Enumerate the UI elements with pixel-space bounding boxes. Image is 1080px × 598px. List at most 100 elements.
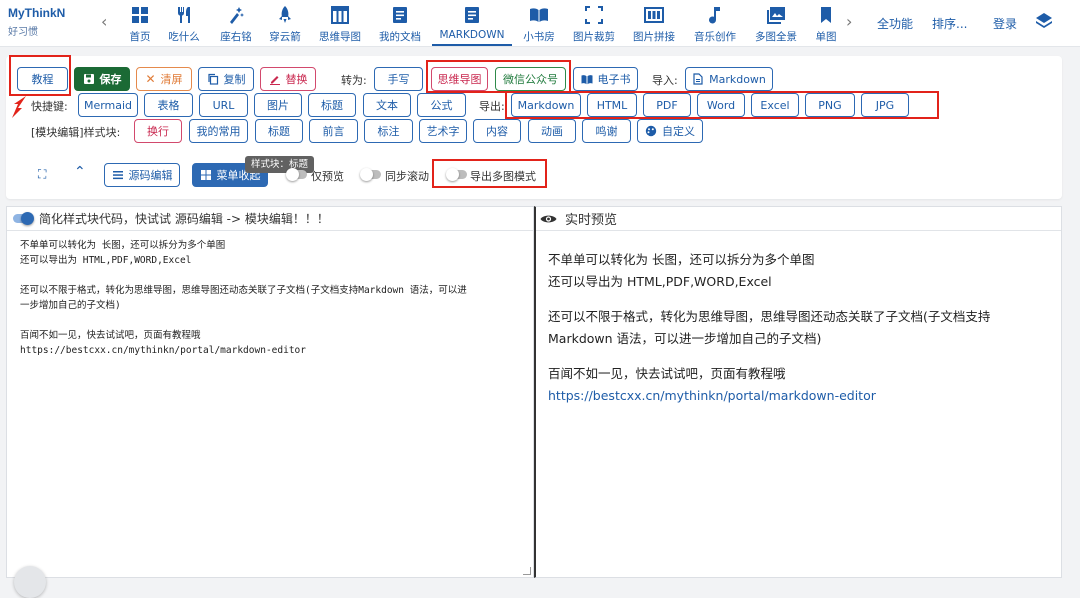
block-custom-button[interactable]: 自定义 <box>637 119 703 143</box>
close-icon: ✕ <box>145 72 156 86</box>
sort-menu[interactable]: 排序... <box>932 15 967 32</box>
block-annotation-button[interactable]: 标注 <box>364 119 413 143</box>
all-features-link[interactable]: 全功能 <box>877 15 913 32</box>
block-content-button[interactable]: 内容 <box>473 119 521 143</box>
book-icon <box>581 75 592 85</box>
copy-button[interactable]: 复制 <box>198 67 254 91</box>
red-arrow-annotation <box>12 96 26 118</box>
preview-header: 实时预览 <box>536 207 1061 231</box>
convert-handwriting-button[interactable]: 手写 <box>374 67 423 91</box>
shortcut-heading-button[interactable]: 标题 <box>308 93 356 117</box>
nav-item-markdown[interactable]: MARKDOWN <box>432 4 512 46</box>
nav-item-label: 穿云箭 <box>269 31 301 43</box>
convert-ebook-label: 电子书 <box>597 73 631 86</box>
nav-item-food[interactable]: 吃什么 <box>167 4 201 46</box>
highlight-box <box>505 91 939 119</box>
editor-line: 还可以不限于格式，转化为思维导图，思维导图还动态关联了子文档(子文档支持Mark… <box>20 285 467 296</box>
block-label: [模块编辑]样式块: <box>31 126 121 139</box>
block-favorites-button[interactable]: 我的常用 <box>189 119 248 143</box>
chevron-up-icon[interactable]: ⌃ <box>74 164 86 180</box>
rocket-icon <box>267 5 303 27</box>
source-editor-panel: 简化样式块代码，快试试 源码编辑 -> 模块编辑！！！ 不单单可以转化为 长图，… <box>6 206 534 578</box>
layers-icon[interactable] <box>1034 11 1054 35</box>
fork-knife-icon <box>167 5 201 27</box>
grid-icon <box>200 170 211 180</box>
source-textarea[interactable]: 不单单可以转化为 长图，还可以拆分为多个单图 还可以导出为 HTML,PDF,W… <box>7 231 533 358</box>
editor-header-text: 简化样式块代码，快试试 源码编辑 -> 模块编辑！！！ <box>39 212 329 226</box>
convert-ebook-button[interactable]: 电子书 <box>573 67 638 91</box>
login-link[interactable]: 登录 <box>993 15 1017 32</box>
photo-grid-icon <box>631 5 677 27</box>
nav-item-motto[interactable]: 座右铭 <box>218 4 254 46</box>
table-icon <box>318 5 362 27</box>
nav-item-label: 首页 <box>129 31 151 43</box>
nav-item-image-stitch[interactable]: 图片拼接 <box>631 4 677 46</box>
grid-icon <box>124 5 156 27</box>
save-button[interactable]: 保存 <box>74 67 130 91</box>
floating-action-button[interactable] <box>14 566 46 598</box>
nav-item-label: 吃什么 <box>168 31 200 43</box>
editor-line: 一步增加自己的子文档) <box>20 300 121 311</box>
shortcut-table-button[interactable]: 表格 <box>144 93 193 117</box>
brand-name: MyThinkN <box>8 6 66 20</box>
nav-item-label: 图片拼接 <box>633 31 675 43</box>
images-icon <box>753 5 799 27</box>
nav-item-study[interactable]: 小书房 <box>520 4 558 46</box>
clear-button[interactable]: ✕ 清屏 <box>136 67 192 91</box>
resize-handle[interactable] <box>523 567 531 575</box>
block-preface-button[interactable]: 前言 <box>309 119 358 143</box>
shortcut-url-button[interactable]: URL <box>199 93 248 117</box>
brand[interactable]: MyThinkN 好习惯 <box>8 6 65 38</box>
block-wordart-button[interactable]: 艺术字 <box>419 119 467 143</box>
replace-button-label: 替换 <box>285 73 308 86</box>
bookmark-icon <box>813 5 839 27</box>
replace-button[interactable]: 替换 <box>260 67 316 91</box>
nav-item-my-docs[interactable]: 我的文档 <box>377 4 423 46</box>
music-note-icon <box>692 5 738 27</box>
shortcut-formula-button[interactable]: 公式 <box>417 93 466 117</box>
editor-line: 不单单可以转化为 长图，还可以拆分为多个单图 <box>20 240 226 251</box>
preview-line: 还可以导出为 HTML,PDF,WORD,Excel <box>548 274 772 289</box>
preview-line: Markdown 语法，可以进一步增加自己的子文档) <box>548 331 822 346</box>
simplify-toggle[interactable] <box>13 212 34 225</box>
sparkle-icon <box>218 5 254 27</box>
sync-scroll-label: 同步滚动 <box>385 170 429 183</box>
source-edit-button[interactable]: 源码编辑 <box>104 163 180 187</box>
nav-item-label: 小书房 <box>523 31 555 43</box>
nav-item-music[interactable]: 音乐创作 <box>692 4 738 46</box>
save-icon <box>83 74 94 84</box>
palette-icon <box>645 125 657 137</box>
nav-scroll-right-icon[interactable]: › <box>846 12 852 31</box>
nav-item-label: 我的文档 <box>379 31 421 43</box>
import-markdown-button[interactable]: Markdown <box>685 67 773 91</box>
nav-item-label: 座右铭 <box>220 31 252 43</box>
editor-line: https://bestcxx.cn/mythinkn/portal/markd… <box>20 345 306 356</box>
brand-slogan: 好习惯 <box>8 27 38 38</box>
shortcut-mermaid-button[interactable]: Mermaid <box>78 93 138 117</box>
preview-line: 还可以不限于格式，转化为思维导图，思维导图还动态关联了子文档(子文档支持 <box>548 309 991 324</box>
block-thanks-button[interactable]: 鸣谢 <box>582 119 631 143</box>
nav-item-mindmap[interactable]: 思维导图 <box>318 4 362 46</box>
nav-item-home[interactable]: 首页 <box>124 4 156 46</box>
shortcut-text-button[interactable]: 文本 <box>363 93 411 117</box>
nav-item-rocket[interactable]: 穿云箭 <box>267 4 303 46</box>
sync-scroll-toggle[interactable] <box>360 168 381 181</box>
fullscreen-icon[interactable]: ⛶ <box>38 167 46 182</box>
preview-header-text: 实时预览 <box>565 213 618 228</box>
nav-item-panorama[interactable]: 多图全景 <box>753 4 799 46</box>
block-custom-label: 自定义 <box>662 125 695 138</box>
nav-item-single[interactable]: 单图 <box>813 4 839 46</box>
import-label: 导入: <box>652 74 678 87</box>
preview-only-label: 仅预览 <box>311 170 344 183</box>
source-edit-label: 源码编辑 <box>128 169 173 182</box>
block-linebreak-button[interactable]: 换行 <box>134 119 182 143</box>
block-heading-button[interactable]: 标题 <box>255 119 303 143</box>
block-animation-button[interactable]: 动画 <box>528 119 576 143</box>
nav-scroll-left-icon[interactable]: ‹ <box>101 12 107 31</box>
shortcut-image-button[interactable]: 图片 <box>254 93 302 117</box>
preview-content: 不单单可以转化为 长图，还可以拆分为多个单图 还可以导出为 HTML,PDF,W… <box>536 231 1061 407</box>
preview-link[interactable]: https://bestcxx.cn/mythinkn/portal/markd… <box>548 388 876 403</box>
preview-only-toggle[interactable] <box>286 168 307 181</box>
nav-item-image-crop[interactable]: 图片裁剪 <box>571 4 617 46</box>
convert-label: 转为: <box>341 74 367 87</box>
